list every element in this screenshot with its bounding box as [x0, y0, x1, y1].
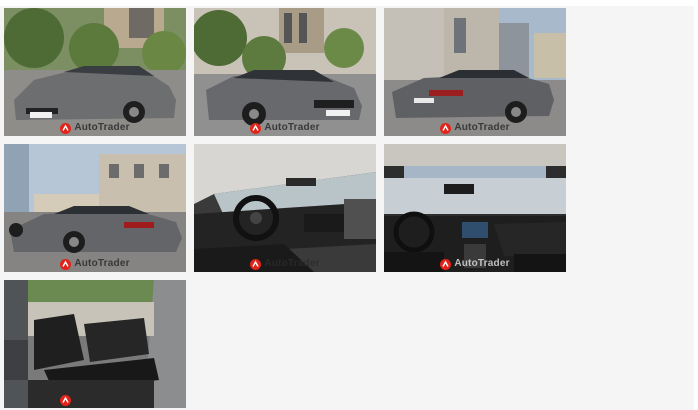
car-photo-4[interactable]: AutoTrader	[4, 144, 186, 272]
car-photo-1[interactable]: AutoTrader	[4, 8, 186, 136]
car-photo-7-image	[4, 280, 186, 408]
photo-gallery: AutoTrader AutoTrader AutoTrader AutoTra…	[0, 6, 694, 410]
photo-grid: AutoTrader AutoTrader AutoTrader AutoTra…	[4, 8, 574, 408]
car-photo-6[interactable]: AutoTrader	[384, 144, 566, 272]
car-photo-5[interactable]: AutoTrader	[194, 144, 376, 272]
car-photo-4-image	[4, 144, 186, 272]
car-photo-5-image	[194, 144, 376, 272]
car-photo-6-image	[384, 144, 566, 272]
car-photo-7[interactable]: AutoTrader	[4, 280, 186, 408]
listing-page: AutoTrader AutoTrader AutoTrader AutoTra…	[0, 0, 698, 410]
car-photo-2[interactable]: AutoTrader	[194, 8, 376, 136]
car-photo-2-image	[194, 8, 376, 136]
car-photo-3[interactable]: AutoTrader	[384, 8, 566, 136]
car-photo-3-image	[384, 8, 566, 136]
car-photo-1-image	[4, 8, 186, 136]
